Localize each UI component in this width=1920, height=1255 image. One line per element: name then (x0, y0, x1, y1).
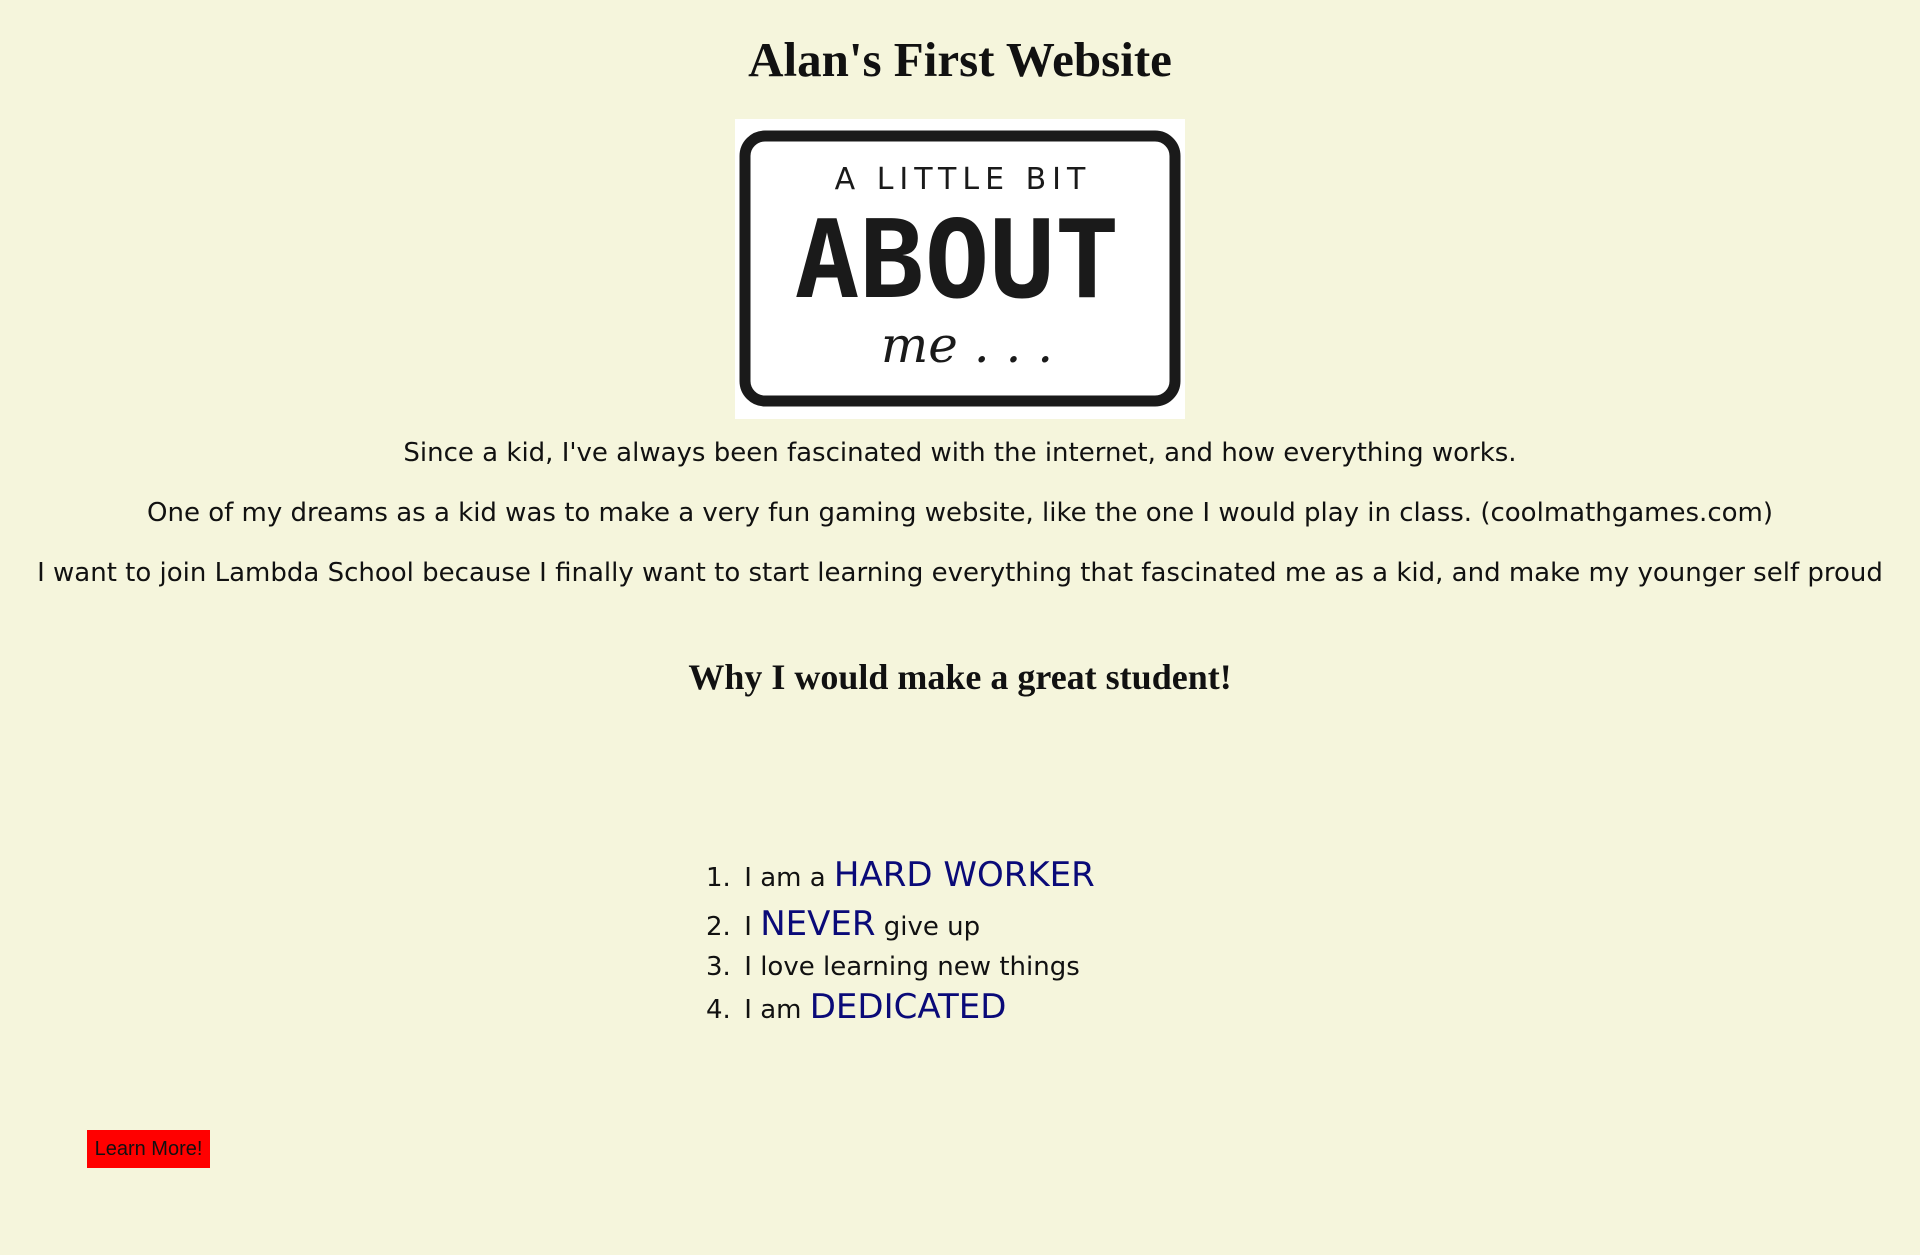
intro-section: Since a kid, I've always been fascinated… (0, 430, 1920, 610)
list-item: 1. I am a HARD WORKER (706, 852, 1095, 901)
about-image-line3: me . . . (881, 316, 1053, 374)
list-number: 3. (706, 952, 731, 982)
about-image-line2: ABOUT (794, 198, 1119, 323)
learn-more-button[interactable]: Learn More! (87, 1130, 210, 1168)
list-highlight: NEVER (760, 904, 876, 944)
about-image-line1: A LITTLE BIT (835, 162, 1092, 197)
list-text: I am a (744, 863, 826, 893)
list-text: I love learning new things (744, 952, 1080, 982)
list-highlight: DEDICATED (809, 987, 1007, 1027)
intro-paragraph: I want to join Lambda School because I f… (37, 558, 1883, 588)
list-text-after: give up (883, 912, 981, 942)
section-heading: Why I would make a great student! (688, 657, 1232, 697)
about-me-image: A LITTLE BIT ABOUT me . . . (735, 119, 1185, 419)
list-text: I am (744, 995, 802, 1025)
list-highlight: HARD WORKER (833, 855, 1095, 895)
intro-paragraph: One of my dreams as a kid was to make a … (147, 498, 1773, 528)
list-item: 2. I NEVER give up (706, 901, 1095, 950)
list-number: 4. (706, 995, 731, 1025)
list-number: 1. (706, 863, 731, 893)
page-title: Alan's First Website (748, 32, 1172, 87)
reasons-list: 1. I am a HARD WORKER 2. I NEVER give up… (706, 852, 1095, 1033)
list-text: I (744, 912, 752, 942)
list-number: 2. (706, 912, 731, 942)
intro-paragraph: Since a kid, I've always been fascinated… (403, 438, 1517, 468)
list-item: 4. I am DEDICATED (706, 984, 1095, 1033)
list-item: 3. I love learning new things (706, 950, 1095, 984)
